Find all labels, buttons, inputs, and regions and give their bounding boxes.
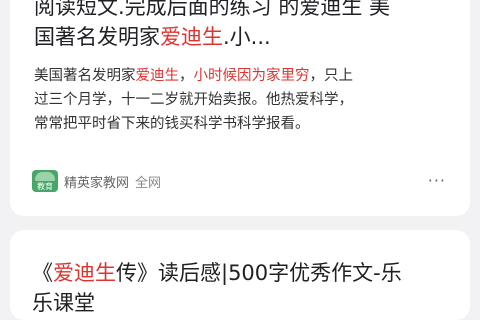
search-result-card[interactable]: 阅读短文.完成后面的练习 的爱迪生 美 国著名发明家爱迪生.小... 美国著名发… [10,0,470,216]
result-title-line-1[interactable]: 阅读短文.完成后面的练习 的爱迪生 美 [34,0,446,22]
result-title-text: .小... [223,25,271,49]
snippet-line: 美国著名发明家爱迪生，小时候因为家里穷，只上 [34,64,450,88]
source-name[interactable]: 精英家教网 [64,172,129,191]
snippet-text: ， [179,68,194,84]
snippet-keyword: 爱迪生 [135,68,180,84]
result-title-text: 传》读后感|500字优秀作文-乐 [116,261,402,285]
snippet-line: 过三个月学，十一二岁就开始卖报。他热爱科学， [34,92,353,108]
snippet-keyword: 小时候因为家里穷 [193,68,310,84]
search-result-card[interactable]: 《爱迪生传》读后感|500字优秀作文-乐 乐课堂 [10,230,470,320]
more-options-icon[interactable]: ··· [428,173,446,189]
result-source[interactable]: 教育 精英家教网 全网 [32,170,161,192]
result-title-line-1[interactable]: 《爱迪生传》读后感|500字优秀作文-乐 [32,258,402,288]
logo-leaf-shape [35,172,55,181]
snippet-text: ，只上 [309,68,354,84]
snippet-line: 常常把平时省下来的钱买科学书科学报看。 [34,116,310,132]
result-title-line-2[interactable]: 乐课堂 [32,288,95,318]
result-snippet: 美国著名发明家爱迪生，小时候因为家里穷，只上 过三个月学，十一二岁就开始卖报。他… [34,64,450,136]
result-title-keyword: 爱迪生 [160,25,223,49]
result-title-keyword: 爱迪生 [53,261,116,285]
result-title-text: 国著名发明家 [34,25,160,49]
result-title-text: 《 [32,261,53,285]
source-scope: 全网 [135,175,162,191]
source-logo-icon: 教育 [32,170,58,192]
result-title-line-2[interactable]: 国著名发明家爱迪生.小... [34,22,446,52]
source-logo-text: 教育 [37,182,53,191]
snippet-text: 美国著名发明家 [34,68,136,84]
